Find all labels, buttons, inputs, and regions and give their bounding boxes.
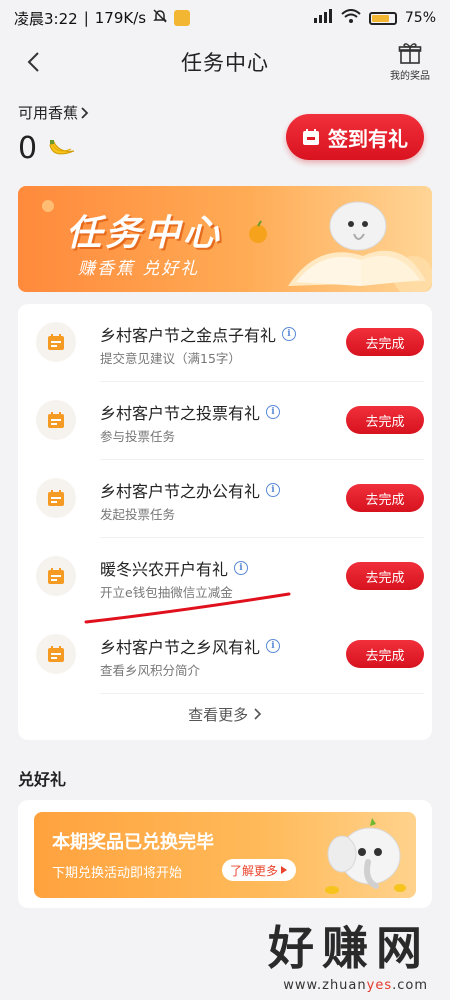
my-prizes-label: 我的奖品: [390, 71, 430, 82]
battery-icon: [368, 11, 397, 25]
exchange-card: 本期奖品已兑换完毕 下期兑换活动即将开始 了解更多: [18, 800, 432, 908]
status-bar: 凌晨3:22 | 179K/s 75%: [0, 0, 450, 36]
watermark: 好赚网 www.zhuanyes.com: [230, 912, 450, 1000]
points-label: 可用香蕉: [18, 104, 79, 122]
exchange-subline: 下期兑换活动即将开始: [52, 866, 183, 881]
task-name: 乡村客户节之乡风有礼: [100, 638, 261, 657]
info-icon[interactable]: i: [266, 483, 281, 497]
task-item: 乡村客户节之乡风有礼 i 查看乡风积分简介 去完成: [18, 616, 432, 694]
banner-subtitle: 赚香蕉 兑好礼: [78, 259, 200, 279]
complete-task-button[interactable]: 去完成: [346, 406, 424, 434]
task-description: 发起投票任务: [100, 507, 176, 522]
task-name: 暖冬兴农开户有礼: [100, 560, 229, 579]
watermark-url-highlight: yes: [366, 978, 393, 993]
complete-task-button[interactable]: 去完成: [346, 328, 424, 356]
exchange-headline: 本期奖品已兑换完毕: [52, 832, 214, 853]
back-button[interactable]: [20, 48, 48, 76]
page-title: 任务中心: [181, 51, 269, 75]
task-calendar-icon: [36, 634, 76, 674]
app-notification-icon: [174, 10, 191, 26]
wifi-icon: [341, 9, 361, 27]
task-description: 开立e钱包抽微信立减金: [100, 585, 233, 600]
watermark-url-prefix: www.zhuan: [283, 978, 367, 993]
chevron-right-icon: [81, 106, 89, 119]
complete-task-button[interactable]: 去完成: [346, 562, 424, 590]
info-icon[interactable]: i: [282, 327, 297, 341]
task-calendar-icon: [36, 478, 76, 518]
gift-icon: [398, 43, 422, 64]
task-list-card: 乡村客户节之金点子有礼 i 提交意见建议（满15字） 去完成 乡村客户节之投票有礼…: [18, 304, 432, 740]
banana-icon: [49, 139, 75, 154]
task-item: 乡村客户节之办公有礼 i 发起投票任务 去完成: [18, 460, 432, 538]
network-speed: 179K/s: [94, 9, 147, 27]
task-description: 参与投票任务: [100, 429, 176, 444]
divider: [100, 693, 424, 694]
sign-in-label: 签到有礼: [328, 126, 408, 151]
banner-title: 任务中心: [66, 213, 223, 254]
play-icon: [281, 866, 288, 874]
bell-off-icon: [152, 8, 168, 28]
learn-more-button[interactable]: 了解更多: [222, 859, 297, 881]
my-prizes-button[interactable]: 我的奖品: [390, 42, 430, 82]
battery-percent: 75%: [404, 10, 436, 26]
chevron-left-icon: [27, 52, 39, 72]
points-value: 0: [18, 131, 38, 166]
task-calendar-icon: [36, 322, 76, 362]
info-icon[interactable]: i: [234, 561, 249, 575]
task-item: 乡村客户节之金点子有礼 i 提交意见建议（满15字） 去完成: [18, 304, 432, 382]
task-name: 乡村客户节之投票有礼: [100, 404, 261, 423]
status-divider: |: [83, 9, 89, 27]
learn-more-label: 了解更多: [230, 863, 279, 878]
exchange-banner: 本期奖品已兑换完毕 下期兑换活动即将开始 了解更多: [34, 812, 416, 898]
task-center-banner: 任务中心 赚香蕉 兑好礼: [18, 186, 432, 292]
watermark-url-suffix: .com: [392, 978, 428, 993]
info-icon[interactable]: i: [266, 405, 281, 419]
status-time: 凌晨3:22: [14, 9, 78, 28]
task-calendar-icon: [36, 400, 76, 440]
view-more-label: 查看更多: [188, 706, 249, 724]
sign-in-button[interactable]: 签到有礼: [286, 114, 424, 160]
signal-icon: [313, 9, 333, 27]
chevron-right-icon: [254, 708, 262, 720]
complete-task-button[interactable]: 去完成: [346, 484, 424, 512]
task-item: 乡村客户节之投票有礼 i 参与投票任务 去完成: [18, 382, 432, 460]
watermark-url: www.zhuanyes.com: [230, 978, 450, 993]
task-name: 乡村客户节之办公有礼: [100, 482, 261, 501]
view-more-link[interactable]: 查看更多: [18, 704, 432, 725]
task-description: 提交意见建议（满15字）: [100, 351, 241, 366]
exchange-section-title: 兑好礼: [18, 770, 67, 789]
task-item: 暖冬兴农开户有礼 i 开立e钱包抽微信立减金 去完成: [18, 538, 432, 616]
watermark-text: 好赚网: [268, 921, 430, 975]
nav-bar: 任务中心 我的奖品: [0, 36, 450, 88]
task-calendar-icon: [36, 556, 76, 596]
task-name: 乡村客户节之金点子有礼: [100, 326, 277, 345]
task-description: 查看乡风积分简介: [100, 663, 201, 678]
elephant-mascot-icon: [325, 818, 406, 894]
info-icon[interactable]: i: [266, 639, 281, 653]
complete-task-button[interactable]: 去完成: [346, 640, 424, 668]
calendar-icon: [303, 129, 319, 145]
